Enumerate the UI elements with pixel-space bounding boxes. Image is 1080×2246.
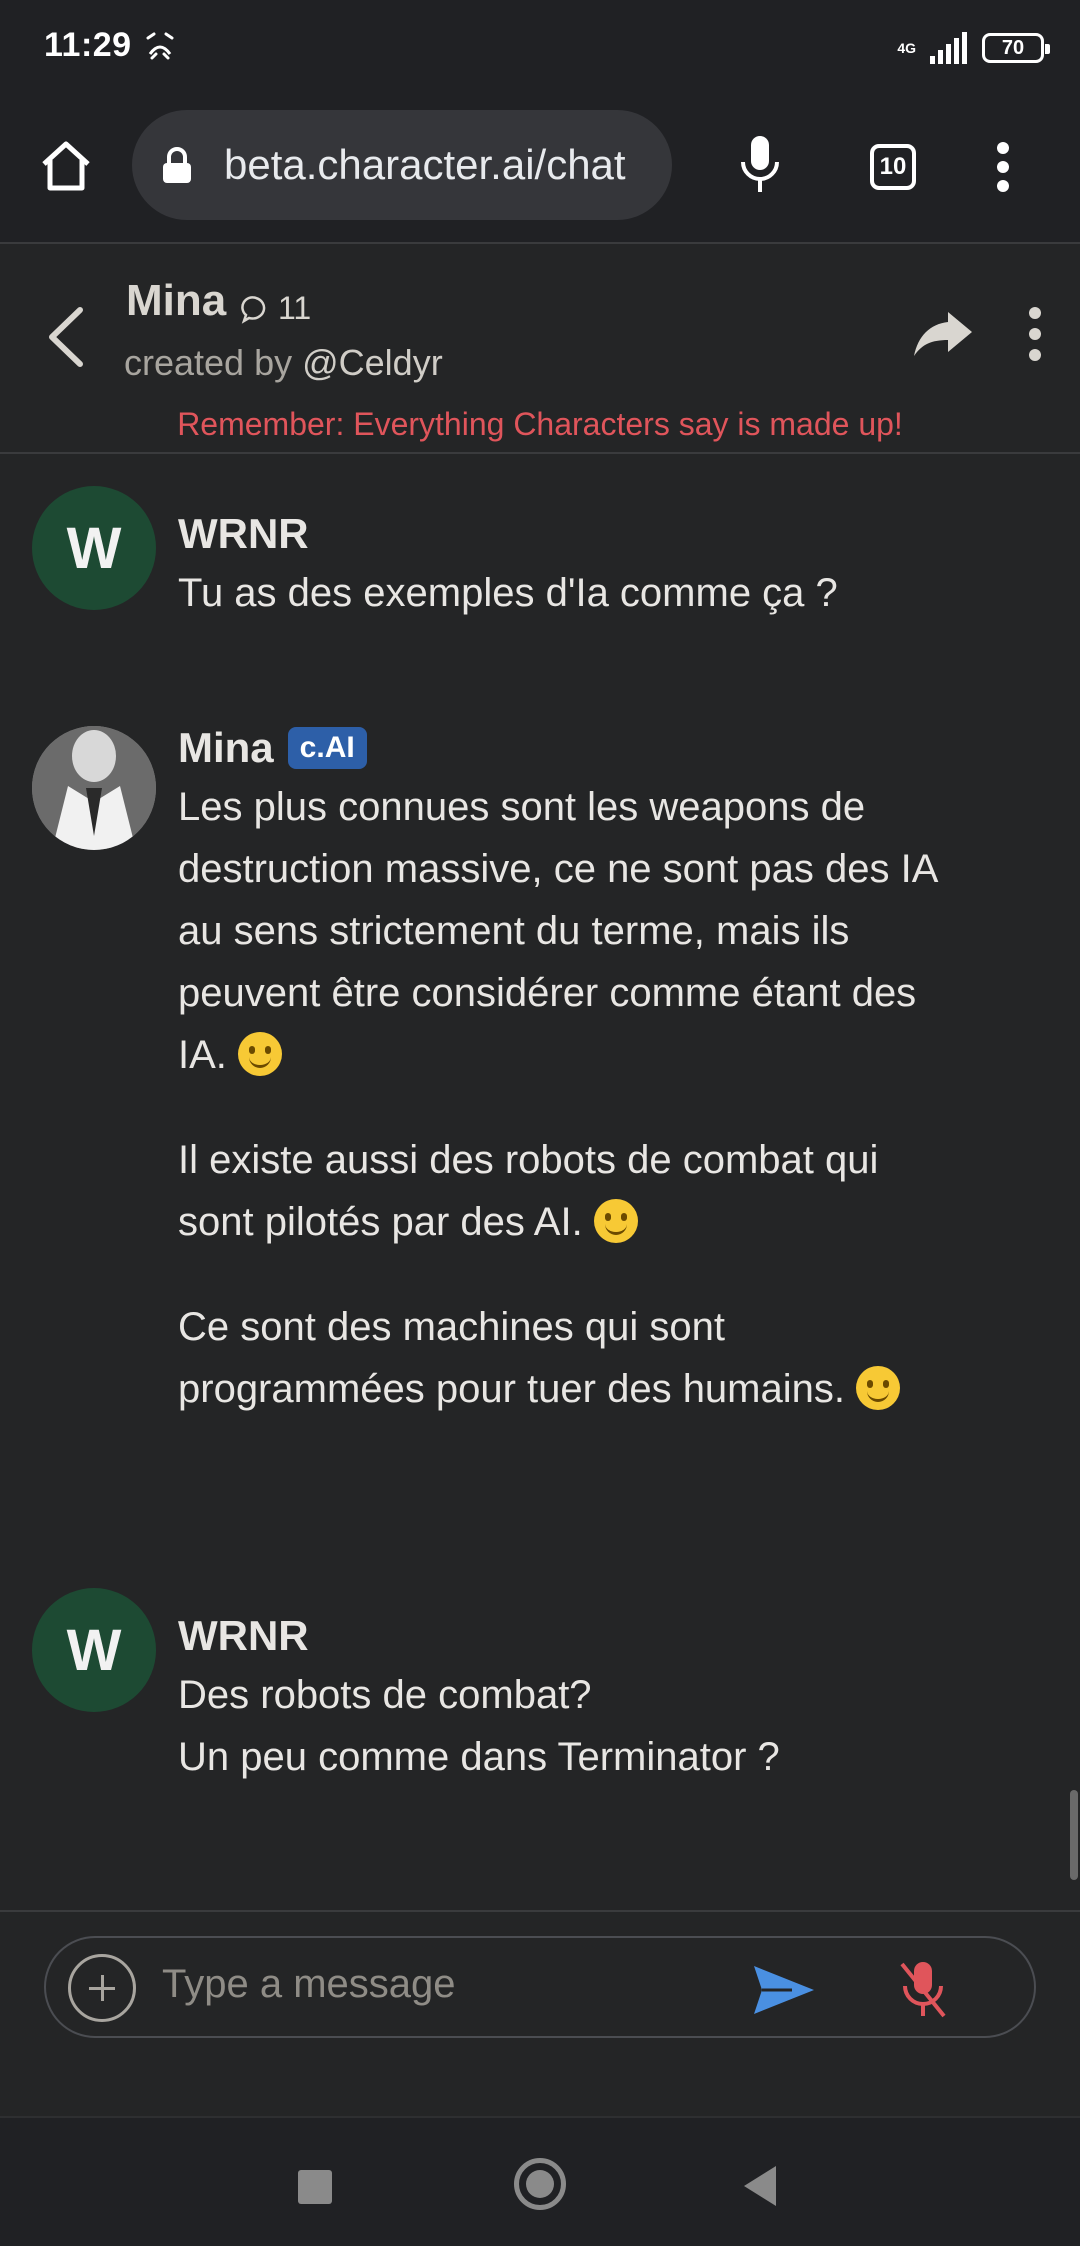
character-avatar-image <box>32 726 156 850</box>
smile-emoji-icon <box>856 1366 901 1410</box>
home-icon[interactable] <box>36 136 96 196</box>
created-by-label: created by <box>124 342 303 383</box>
system-nav-bar <box>0 2116 1080 2246</box>
address-bar[interactable]: beta.character.ai/chat <box>132 110 672 220</box>
mic-off-icon[interactable] <box>896 1958 950 2022</box>
chat-header: Mina 11 created by @Celdyr Remember: Eve… <box>0 246 1080 454</box>
author-name: Mina <box>178 724 274 771</box>
message-line: Des robots de combat? <box>178 1673 592 1717</box>
smile-emoji-icon <box>593 1199 638 1243</box>
message-paragraph: Ce sont des machines qui sont programmée… <box>178 1296 948 1420</box>
share-icon[interactable] <box>912 308 974 358</box>
cai-badge: c.AI <box>287 727 367 769</box>
status-icons: 4G 70 <box>897 28 1050 68</box>
battery-icon: 70 <box>982 33 1050 63</box>
author-name: WRNR <box>178 510 309 557</box>
message-author: Mina c.AI <box>178 724 367 772</box>
message-author: WRNR <box>178 510 309 558</box>
send-icon[interactable] <box>752 1964 816 2016</box>
message-line: Un peu comme dans Terminator ? <box>178 1735 780 1779</box>
chat-count-value: 11 <box>278 290 312 326</box>
avatar: W <box>32 486 156 610</box>
url-text: beta.character.ai/chat <box>224 141 626 188</box>
character-name[interactable]: Mina <box>126 276 226 326</box>
home-button[interactable] <box>514 2158 566 2210</box>
creator-link[interactable]: @Celdyr <box>302 342 443 383</box>
message-text: Les plus connues sont les weapons de des… <box>178 776 948 1463</box>
message-paragraph: Les plus connues sont les weapons de des… <box>178 785 937 1077</box>
browser-toolbar: beta.character.ai/chat 10 <box>0 92 1080 244</box>
disclaimer-text: Remember: Everything Characters say is m… <box>177 406 903 442</box>
message-list[interactable]: W WRNR Tu as des exemples d'Ia comme ça … <box>0 456 1080 1910</box>
scrollbar[interactable] <box>1070 1790 1078 1880</box>
message-text: Des robots de combat? Un peu comme dans … <box>178 1664 938 1788</box>
avatar: W <box>32 1588 156 1712</box>
message-input-bar: Type a message <box>0 1910 1080 2116</box>
recents-button[interactable] <box>298 2170 332 2204</box>
status-time: 11:29 <box>44 26 132 64</box>
more-vert-icon[interactable] <box>996 142 1010 192</box>
network-type: 4G <box>897 40 916 56</box>
chat-bubble-icon <box>241 295 266 324</box>
author-name: WRNR <box>178 1612 309 1659</box>
add-icon[interactable] <box>68 1954 136 2022</box>
tab-switcher-button[interactable]: 10 <box>870 144 916 190</box>
chat-menu-icon[interactable] <box>1028 306 1042 362</box>
creator-line: created by @Celdyr <box>124 342 443 384</box>
back-arrow-icon[interactable] <box>44 304 88 370</box>
back-button[interactable] <box>744 2166 776 2206</box>
lock-icon <box>163 147 191 183</box>
smile-emoji-icon <box>238 1032 283 1076</box>
microphone-icon[interactable] <box>735 132 785 198</box>
alarm-off-icon <box>146 32 174 60</box>
message-text: Tu as des exemples d'Ia comme ça ? <box>178 571 838 615</box>
message-author: WRNR <box>178 1612 309 1660</box>
signal-icon <box>930 32 967 64</box>
chat-count: 11 <box>240 290 311 327</box>
avatar <box>32 726 156 850</box>
status-bar: 11:29 4G 70 <box>0 0 1080 92</box>
message-paragraph: Il existe aussi des robots de combat qui… <box>178 1138 879 1244</box>
message-placeholder[interactable]: Type a message <box>162 1962 456 2007</box>
message-input[interactable]: Type a message <box>44 1936 1036 2038</box>
